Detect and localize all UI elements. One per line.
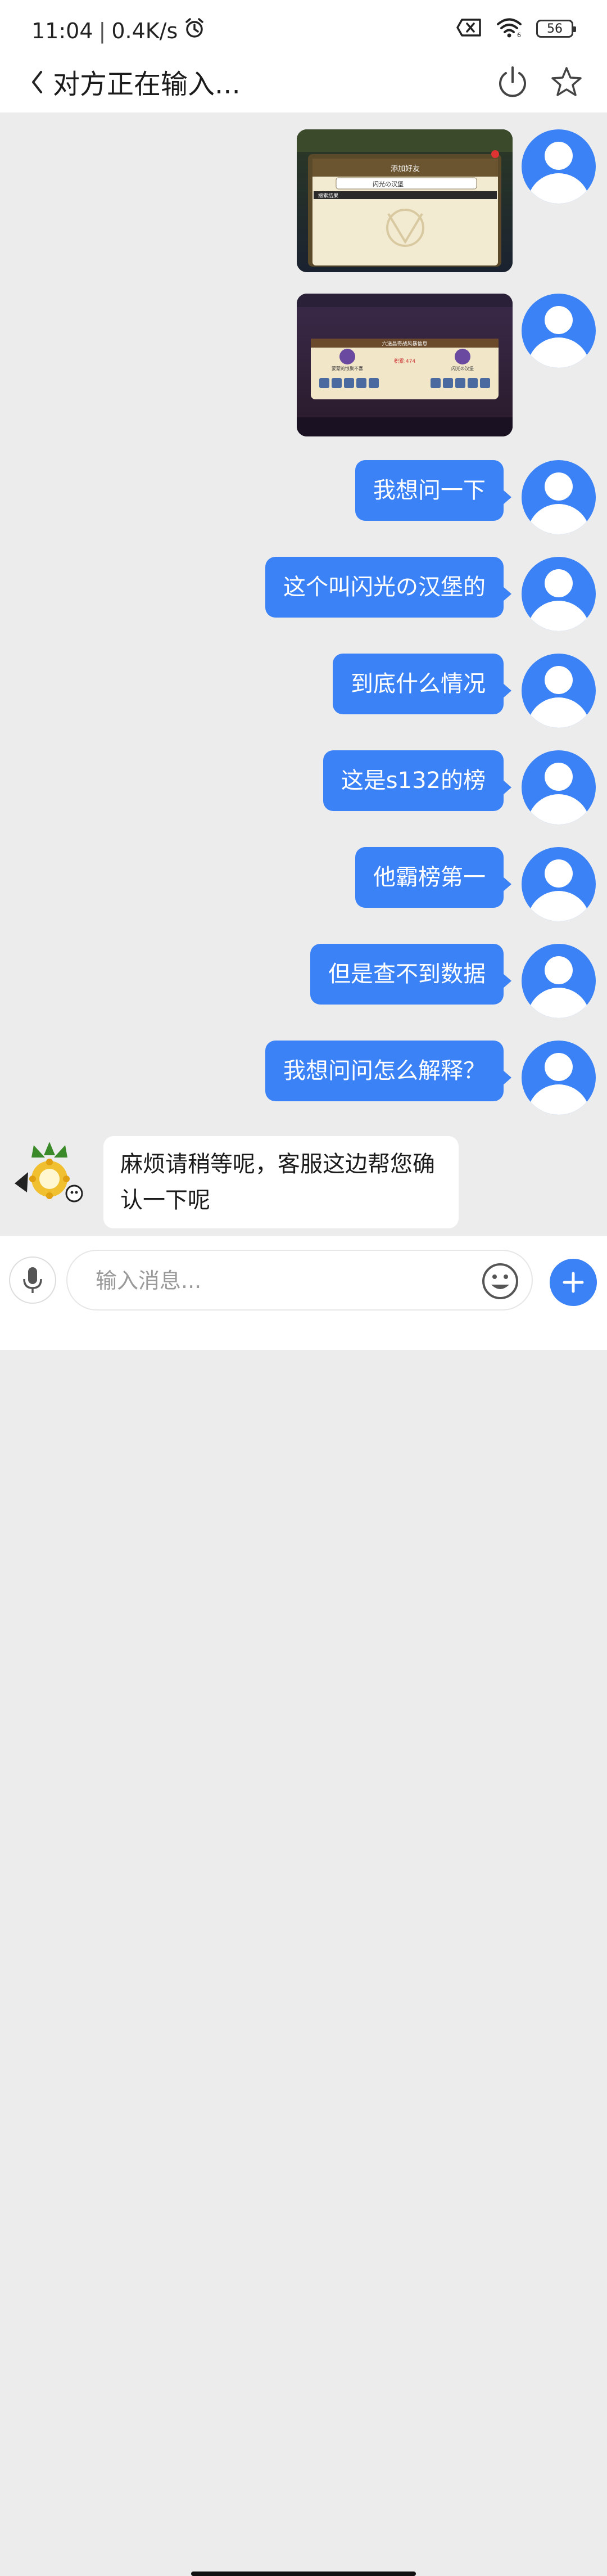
user-avatar[interactable] xyxy=(522,847,596,921)
svg-text:6: 6 xyxy=(517,31,521,38)
smiley-icon xyxy=(482,1263,518,1299)
img2-score: 积累:474 xyxy=(394,358,415,364)
screenshot-image-ranking[interactable]: 六送昌奇战风暴信息 蒙蒙的惊聚不喜 闪光の汉堡 积累:474 xyxy=(297,294,513,436)
alarm-icon xyxy=(183,17,206,44)
microphone-icon xyxy=(23,1267,42,1293)
user-avatar[interactable] xyxy=(522,654,596,728)
user-avatar[interactable] xyxy=(522,129,596,204)
battery-indicator: 56 xyxy=(536,20,576,38)
img1-search: 闪光の汉堡 xyxy=(373,180,404,188)
screenshot-image-add-friend[interactable]: 添加好友 闪光の汉堡 搜索结果 xyxy=(297,129,513,272)
page-title: 对方正在输入... xyxy=(53,69,241,100)
agent-avatar-image xyxy=(12,1140,87,1214)
voice-button[interactable] xyxy=(9,1257,56,1304)
agent-avatar[interactable] xyxy=(11,1138,88,1215)
message-bubble[interactable]: 到底什么情况 xyxy=(333,654,511,714)
user-avatar[interactable] xyxy=(522,1041,596,1115)
sim-off-icon xyxy=(456,18,482,39)
back-button[interactable] xyxy=(20,62,54,102)
message-row-image-2: 六送昌奇战风暴信息 蒙蒙的惊聚不喜 闪光の汉堡 积累:474 xyxy=(297,294,596,436)
status-bar: 11:04 | 0.4K/s 6 56 xyxy=(0,0,607,54)
header-actions xyxy=(492,62,587,102)
user-avatar[interactable] xyxy=(522,460,596,534)
img2-right-name: 闪光の汉堡 xyxy=(451,366,474,371)
message-row: 他霸榜第一 xyxy=(355,847,596,921)
game-screenshot-1: 添加好友 闪光の汉堡 搜索结果 xyxy=(297,129,513,272)
wifi-icon: 6 xyxy=(496,17,523,40)
message-row: 到底什么情况 xyxy=(333,654,596,728)
status-time: 11:04 xyxy=(31,18,93,43)
img2-left-name: 蒙蒙的惊聚不喜 xyxy=(332,366,363,371)
user-avatar[interactable] xyxy=(522,294,596,368)
message-bubble[interactable]: 我想问问怎么解释？ xyxy=(265,1041,511,1101)
user-avatar[interactable] xyxy=(522,557,596,631)
emoji-button[interactable] xyxy=(478,1259,523,1304)
status-net-speed: 0.4K/s xyxy=(111,18,178,43)
message-bubble[interactable]: 我想问一下 xyxy=(355,460,511,521)
chat-header: 对方正在输入... xyxy=(0,54,607,112)
message-bubble[interactable]: 但是查不到数据 xyxy=(310,944,511,1005)
more-actions-button[interactable] xyxy=(550,1259,597,1306)
message-row: 我想问问怎么解释？ xyxy=(265,1041,596,1115)
user-avatar[interactable] xyxy=(522,750,596,825)
chevron-left-icon xyxy=(32,71,42,93)
game-screenshot-2: 六送昌奇战风暴信息 蒙蒙的惊聚不喜 闪光の汉堡 积累:474 xyxy=(297,294,513,436)
message-bubble[interactable]: 这是s132的榜 xyxy=(323,750,512,811)
status-left: 11:04 | 0.4K/s xyxy=(31,17,206,44)
img2-title: 六送昌奇战风暴信息 xyxy=(382,340,427,347)
agent-message-row: 麻烦请稍等呢，客服这边帮您确认一下呢 xyxy=(11,1136,459,1228)
message-row: 这个叫闪光の汉堡的 xyxy=(265,557,596,631)
status-divider: | xyxy=(98,18,106,43)
input-bar xyxy=(0,1236,607,2576)
agent-message-bubble[interactable]: 麻烦请稍等呢，客服这边帮您确认一下呢 xyxy=(103,1136,459,1228)
message-list[interactable]: 添加好友 闪光の汉堡 搜索结果 六送昌奇战风暴信息 蒙蒙的惊聚不喜 闪光の汉堡 … xyxy=(0,112,607,1236)
home-indicator[interactable] xyxy=(191,2572,416,2576)
power-icon xyxy=(499,66,526,97)
img1-result-label: 搜索结果 xyxy=(318,192,338,199)
message-row: 这是s132的榜 xyxy=(323,750,596,825)
end-session-button[interactable] xyxy=(492,62,533,102)
message-bubble[interactable]: 这个叫闪光の汉堡的 xyxy=(265,557,511,618)
message-bubble[interactable]: 他霸榜第一 xyxy=(355,847,511,908)
message-row: 我想问一下 xyxy=(355,460,596,534)
star-icon xyxy=(551,67,582,96)
img1-title: 添加好友 xyxy=(391,164,420,173)
message-input[interactable] xyxy=(94,1262,434,1299)
message-input-container xyxy=(66,1250,533,1310)
battery-level: 56 xyxy=(547,21,563,36)
plus-icon xyxy=(563,1272,584,1293)
user-avatar[interactable] xyxy=(522,944,596,1018)
message-row-image-1: 添加好友 闪光の汉堡 搜索结果 xyxy=(297,129,596,272)
status-right: 6 56 xyxy=(456,17,576,40)
message-row: 但是查不到数据 xyxy=(310,944,596,1018)
favorite-button[interactable] xyxy=(546,62,587,102)
